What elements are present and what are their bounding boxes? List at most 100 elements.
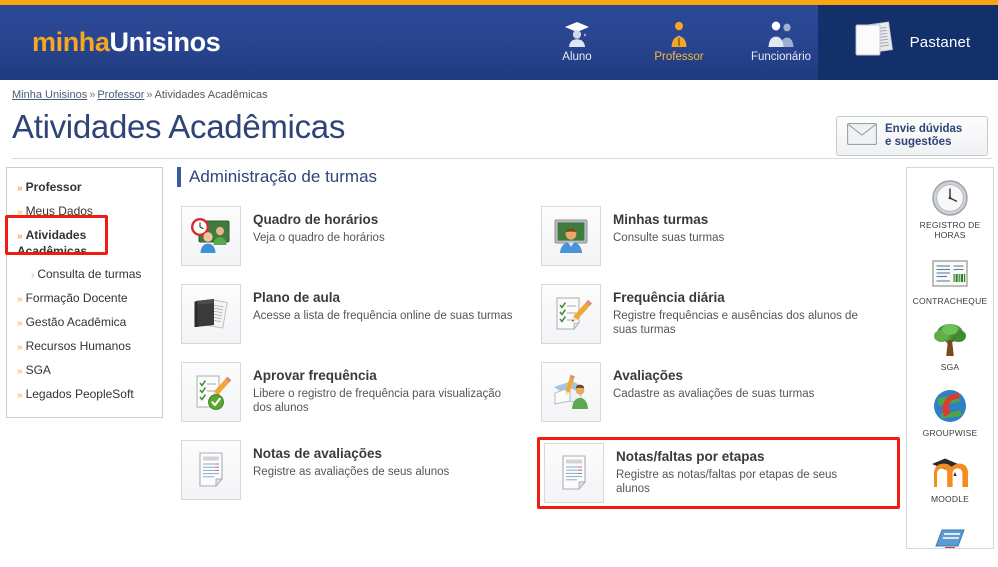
card-text: Avaliações Cadastre as avaliações de sua… (613, 362, 814, 401)
card-notas-de-avaliacoes[interactable]: Notas de avaliações Registre as avaliaçõ… (177, 437, 537, 509)
rail-item-label: CONTRACHEQUE (912, 296, 988, 306)
card-avaliacoes[interactable]: Avaliações Cadastre as avaliações de sua… (537, 359, 900, 425)
breadcrumb-item-home[interactable]: Minha Unisinos (12, 89, 87, 101)
rail-item-label: SGA (940, 362, 960, 372)
card-grid: Quadro de horários Veja o quadro de horá… (177, 203, 900, 509)
card-text: Notas/faltas por etapas Registre as nota… (616, 443, 874, 496)
sidebar-item-label: Professor (25, 180, 82, 194)
sidebar-item-recursos-humanos[interactable]: » Recursos Humanos (7, 335, 162, 359)
right-rail: REGISTRO DE HORAS CONTRACHEQUE SGA GROUP… (906, 167, 994, 549)
logo-area[interactable]: minhaUnisinos (0, 5, 540, 80)
card-quadro-de-horarios[interactable]: Quadro de horários Veja o quadro de horá… (177, 203, 537, 269)
rail-item-groupwise[interactable]: GROUPWISE (907, 386, 993, 438)
graduate-icon (540, 16, 614, 48)
payslip-barcode-icon (907, 254, 993, 294)
sidebar-item-legados-peoplesoft[interactable]: » Legados PeopleSoft (7, 383, 162, 407)
breadcrumb-item-professor[interactable]: Professor (97, 89, 144, 101)
sidebar-item-meus-dados[interactable]: » Meus Dados (7, 200, 162, 224)
moodle-icon (907, 452, 993, 492)
breadcrumb-separator: » (89, 89, 96, 101)
rail-item-registro-de-horas[interactable]: REGISTRO DE HORAS (907, 178, 993, 240)
sidebar-item-atividades-academicas[interactable]: » Atividades Acadêmicas (7, 224, 162, 263)
section-title: Administração de turmas (177, 167, 900, 187)
card-title: Frequência diária (613, 290, 725, 305)
chevron-right-icon: » (17, 342, 23, 353)
persona-label: Professor (654, 51, 704, 63)
card-description: Cadastre as avaliações de suas turmas (613, 388, 815, 400)
document-lines-icon (544, 443, 604, 503)
chevron-right-icon: » (17, 294, 23, 305)
sidebar-item-label: Consulta de turmas (37, 267, 142, 281)
document-lines-icon (181, 440, 241, 500)
checklist-approved-icon (181, 362, 241, 422)
sidebar-item-sga[interactable]: » SGA (7, 359, 162, 383)
card-description: Libere o registro de frequência para vis… (253, 388, 502, 414)
sidebar-item-professor[interactable]: » Professor (7, 176, 162, 200)
card-title: Quadro de horários (253, 212, 379, 227)
rail-item-label: REGISTRO DE HORAS (919, 220, 981, 240)
card-description: Registre frequências e ausências dos alu… (613, 310, 858, 336)
persona-label: Funcionário (750, 51, 812, 63)
card-minhas-turmas[interactable]: Minhas turmas Consulte suas turmas (537, 203, 900, 269)
card-frequencia-diaria[interactable]: Frequência diária Registre frequências e… (537, 281, 900, 347)
card-title: Avaliações (613, 368, 684, 383)
card-description: Consulte suas turmas (613, 232, 725, 244)
sidebar-item-label: Legados PeopleSoft (25, 387, 134, 401)
persona-professor[interactable]: Professor (642, 16, 716, 63)
sidebar-item-consulta-de-turmas[interactable]: › Consulta de turmas (7, 263, 162, 287)
logo-text-unisinos: Unisinos (109, 27, 221, 57)
pastanet-button[interactable]: Pastanet (818, 5, 998, 80)
card-text: Plano de aula Acesse a lista de frequênc… (253, 284, 513, 323)
breadcrumb: Minha Unisinos» Professor» Atividades Acad… (0, 80, 998, 101)
teacher-icon (642, 16, 716, 48)
card-description: Acesse a lista de frequência online de s… (253, 310, 513, 322)
persona-aluno[interactable]: Aluno (540, 16, 614, 63)
staff-icon (744, 16, 818, 48)
card-title: Plano de aula (253, 290, 341, 305)
card-description: Registre as notas/faltas por etapas de s… (616, 469, 838, 495)
rail-item-contracheque[interactable]: CONTRACHEQUE (907, 254, 993, 306)
sidebar-menu: » Professor » Meus Dados » Atividades Acadê… (6, 167, 163, 418)
card-aprovar-frequencia[interactable]: Aprovar frequência Libere o registro de … (177, 359, 537, 425)
left-sidebar: » Professor » Meus Dados » Atividades Acadê… (0, 167, 163, 418)
clock-people-icon (181, 206, 241, 266)
help-suggestions-button[interactable]: Envie dúvidas e sugestões (836, 116, 988, 156)
checklist-pencil-icon (541, 284, 601, 344)
persona-nav: Aluno Professor Funcionário (540, 5, 818, 80)
card-title: Notas/faltas por etapas (616, 449, 765, 464)
breadcrumb-item-current: Atividades Acadêmicas (154, 89, 268, 101)
rail-item-moodle[interactable]: MOODLE (907, 452, 993, 504)
persona-funcionario[interactable]: Funcionário (744, 16, 818, 63)
clock-icon (907, 178, 993, 218)
chevron-right-icon: » (17, 366, 23, 377)
pastanet-label: Pastanet (909, 34, 971, 51)
breadcrumb-separator: » (146, 89, 153, 101)
chalkboard-person-icon (541, 206, 601, 266)
card-plano-de-aula[interactable]: Plano de aula Acesse a lista de frequênc… (177, 281, 537, 347)
main-content: Administração de turmas Quadro de horári… (163, 167, 906, 509)
sidebar-item-label: Formação Docente (25, 291, 128, 305)
card-text: Aprovar frequência Libere o registro de … (253, 362, 515, 415)
sidebar-item-formacao-docente[interactable]: » Formação Docente (7, 287, 162, 311)
site-logo[interactable]: minhaUnisinos (32, 27, 221, 58)
site-header: minhaUnisinos Aluno Professor Funcionári… (0, 5, 998, 80)
help-line-1: Envie dúvidas (885, 123, 963, 135)
card-description: Registre as avaliações de seus alunos (253, 466, 450, 478)
sidebar-item-label: SGA (25, 363, 51, 377)
exam-person-icon (541, 362, 601, 422)
card-text: Frequência diária Registre frequências e… (613, 284, 871, 337)
card-notas-faltas-por-etapas[interactable]: Notas/faltas por etapas Registre as nota… (537, 437, 900, 509)
rail-item-extra[interactable] (907, 518, 993, 548)
rail-item-sga[interactable]: SGA (907, 320, 993, 372)
card-title: Minhas turmas (613, 212, 709, 227)
globe-arrow-icon (907, 386, 993, 426)
page-body: » Professor » Meus Dados » Atividades Acadê… (0, 159, 998, 549)
sidebar-item-label: Recursos Humanos (25, 339, 131, 353)
sidebar-item-gestao-academica[interactable]: » Gestão Acadêmica (7, 311, 162, 335)
card-description: Veja o quadro de horários (253, 232, 385, 244)
card-title: Aprovar frequência (253, 368, 377, 383)
chevron-right-icon: » (17, 183, 23, 194)
rail-item-label: GROUPWISE (922, 428, 978, 438)
sidebar-item-label: Gestão Acadêmica (25, 315, 127, 329)
folder-pages-icon (849, 18, 901, 67)
